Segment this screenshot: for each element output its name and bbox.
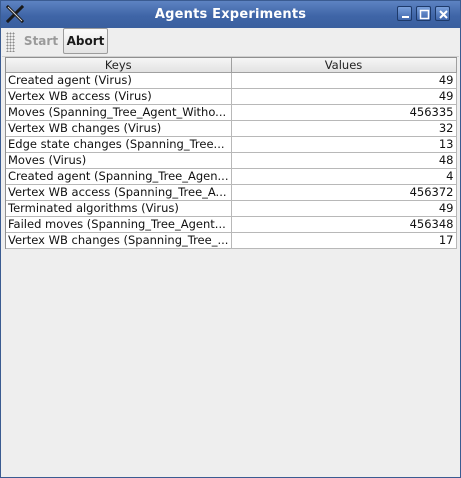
close-icon (439, 10, 448, 19)
value-cell[interactable]: 32 (231, 120, 457, 137)
key-cell[interactable]: Moves (Virus) (6, 152, 232, 169)
key-cell[interactable]: Terminated algorithms (Virus) (6, 200, 232, 217)
table-row[interactable]: Vertex WB access (Virus) 49 (6, 88, 457, 105)
value-cell[interactable]: 456372 (231, 184, 457, 201)
key-cell[interactable]: Vertex WB changes (Spanning_Tree_... (6, 232, 232, 249)
table-row[interactable]: Created agent (Virus) 49 (6, 72, 457, 89)
value-cell[interactable]: 49 (231, 72, 457, 89)
value-cell[interactable]: 4 (231, 168, 457, 185)
table-row[interactable]: Failed moves (Spanning_Tree_Agent... 4563… (6, 216, 457, 233)
key-cell[interactable]: Moves (Spanning_Tree_Agent_Witho... (6, 104, 232, 121)
maximize-button[interactable] (416, 6, 431, 21)
window-title: Agents Experiments (154, 7, 307, 22)
start-button[interactable]: Start (22, 28, 60, 54)
table-row[interactable]: Vertex WB changes (Spanning_Tree_... 17 (6, 232, 457, 249)
table-header-row: Keys Values (6, 58, 457, 73)
value-cell[interactable]: 13 (231, 136, 457, 153)
minimize-button[interactable] (397, 6, 412, 21)
abort-button[interactable]: Abort (63, 28, 108, 54)
key-cell[interactable]: Vertex WB access (Spanning_Tree_A... (6, 184, 232, 201)
maximize-icon (419, 9, 430, 20)
key-cell[interactable]: Failed moves (Spanning_Tree_Agent... (6, 216, 232, 233)
table-row[interactable]: Created agent (Spanning_Tree_Agen... 4 (6, 168, 457, 185)
value-cell[interactable]: 48 (231, 152, 457, 169)
column-header-values[interactable]: Values (231, 58, 457, 73)
value-cell[interactable]: 17 (231, 232, 457, 249)
title-bar[interactable]: Agents Experiments (1, 1, 460, 28)
key-cell[interactable]: Edge state changes (Spanning_Tree... (6, 136, 232, 153)
value-cell[interactable]: 49 (231, 88, 457, 105)
table-row[interactable]: Vertex WB access (Spanning_Tree_A... 4563… (6, 184, 457, 201)
key-cell[interactable]: Created agent (Virus) (6, 72, 232, 89)
table-row[interactable]: Vertex WB changes (Virus) 32 (6, 120, 457, 137)
value-cell[interactable]: 456348 (231, 216, 457, 233)
column-header-keys[interactable]: Keys (6, 58, 232, 73)
close-button[interactable] (435, 6, 450, 21)
toolbar: Start Abort (2, 28, 459, 57)
value-cell[interactable]: 456335 (231, 104, 457, 121)
key-cell[interactable]: Vertex WB access (Virus) (6, 88, 232, 105)
table-row[interactable]: Edge state changes (Spanning_Tree... 13 (6, 136, 457, 153)
toolbar-grip-icon[interactable] (6, 32, 15, 52)
app-window: Agents Experiments Start Abort Keys Valu… (0, 0, 461, 478)
key-cell[interactable]: Vertex WB changes (Virus) (6, 120, 232, 137)
key-cell[interactable]: Created agent (Spanning_Tree_Agen... (6, 168, 232, 185)
minimize-icon (402, 16, 409, 18)
table-row[interactable]: Terminated algorithms (Virus) 49 (6, 200, 457, 217)
table-row[interactable]: Moves (Spanning_Tree_Agent_Witho... 45633… (6, 104, 457, 121)
value-cell[interactable]: 49 (231, 200, 457, 217)
table-row[interactable]: Moves (Virus) 48 (6, 152, 457, 169)
results-table[interactable]: Keys Values Created agent (Virus) 49 Vert… (5, 57, 457, 249)
